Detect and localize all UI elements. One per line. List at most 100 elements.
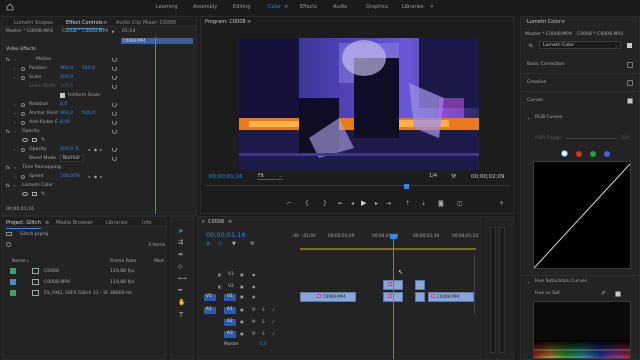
ripple-edit-tool-icon[interactable]: ⇹ bbox=[178, 251, 183, 258]
mark-in-icon[interactable]: { bbox=[305, 201, 309, 207]
fx-badge-icon[interactable]: fx bbox=[6, 129, 10, 134]
mask-ellipse-icon[interactable] bbox=[22, 192, 28, 196]
panel-menu-icon[interactable]: ≡ bbox=[561, 19, 565, 25]
expand-chevron-icon[interactable]: › bbox=[14, 111, 16, 116]
keyframe-prev-icon[interactable]: ◂ bbox=[88, 147, 90, 152]
rotation-value[interactable]: 0,0 bbox=[60, 102, 67, 108]
rgb-curve-graph[interactable] bbox=[533, 161, 631, 269]
step-back-icon[interactable]: ◂ bbox=[351, 201, 354, 207]
microphone-icon[interactable]: ♪ bbox=[272, 307, 275, 312]
fx-badge-icon[interactable]: fx bbox=[529, 43, 533, 48]
section-toggle[interactable] bbox=[627, 62, 633, 68]
sync-lock-icon[interactable]: ▣ bbox=[240, 284, 244, 289]
channel-green-swatch[interactable] bbox=[590, 151, 596, 157]
expand-chevron-icon[interactable]: › bbox=[14, 102, 16, 107]
search-icon[interactable] bbox=[6, 242, 11, 247]
channel-blue-swatch[interactable] bbox=[604, 151, 610, 157]
lift-icon[interactable]: ⇡ bbox=[405, 201, 410, 207]
channel-red-swatch[interactable] bbox=[576, 151, 582, 157]
eye-icon[interactable]: ◉ bbox=[252, 272, 256, 277]
solo-button[interactable]: S bbox=[262, 307, 265, 312]
hdr-range-value[interactable]: 100 bbox=[621, 136, 630, 142]
reset-icon[interactable] bbox=[112, 66, 117, 71]
mask-pen-icon[interactable]: ✎ bbox=[41, 191, 45, 197]
eyedropper-icon[interactable]: ✐ bbox=[601, 290, 606, 297]
tab-project[interactable]: Project: Glitch bbox=[6, 220, 41, 229]
stopwatch-icon[interactable] bbox=[21, 112, 25, 116]
keyframe-add-icon[interactable]: ◆ bbox=[94, 174, 97, 179]
reset-icon[interactable] bbox=[112, 120, 117, 125]
type-tool-icon[interactable]: T bbox=[179, 311, 183, 319]
add-marker-icon[interactable]: ⌐ bbox=[287, 201, 292, 207]
section-curves[interactable]: Curves bbox=[527, 98, 543, 104]
track-header-a3[interactable]: A3 ▣ M S ♪ bbox=[198, 330, 298, 340]
speed-value[interactable]: 100,00% bbox=[60, 174, 80, 180]
col-header-name[interactable]: Name bbox=[12, 259, 26, 265]
tab-menu-icon[interactable]: ≡ bbox=[103, 20, 107, 26]
expand-chevron-icon[interactable]: › bbox=[14, 147, 16, 152]
lock-icon[interactable]: ◧ bbox=[218, 272, 222, 277]
camera-icon[interactable]: ◙ bbox=[438, 201, 444, 207]
mute-button[interactable]: M bbox=[252, 331, 255, 336]
tab-libraries[interactable]: Libraries bbox=[106, 220, 128, 226]
stopwatch-icon[interactable] bbox=[21, 76, 25, 80]
stopwatch-icon[interactable] bbox=[21, 175, 25, 179]
effect-master-label[interactable]: Master * C0008.MP4 bbox=[6, 29, 53, 35]
stopwatch-icon[interactable] bbox=[21, 148, 25, 152]
effect-sequence-label[interactable]: C0008 * C0008.MP4 bbox=[62, 29, 108, 35]
wrench-icon[interactable]: ⚒ bbox=[451, 173, 456, 180]
program-video-frame[interactable] bbox=[239, 38, 479, 170]
timeline-clip[interactable] bbox=[415, 280, 425, 290]
microphone-icon[interactable]: ♪ bbox=[272, 331, 275, 336]
anti-flicker-value[interactable]: 0,00 bbox=[60, 120, 70, 126]
expand-chevron-icon[interactable]: › bbox=[14, 66, 16, 71]
settings-wrench-icon[interactable]: ⚒ bbox=[250, 241, 254, 247]
comparison-view-icon[interactable]: ◫ bbox=[457, 201, 463, 207]
timeline-vertical-scrollbar[interactable] bbox=[474, 255, 478, 315]
mark-out-icon[interactable]: } bbox=[323, 201, 327, 207]
anchor-y-value[interactable]: 540,0 bbox=[82, 111, 95, 117]
program-title[interactable]: Program: C0008 bbox=[205, 20, 246, 25]
eye-icon[interactable]: ◉ bbox=[252, 294, 256, 299]
tab-effect-controls[interactable]: Effect Controls bbox=[66, 20, 103, 29]
close-icon[interactable]: × bbox=[201, 219, 205, 225]
mask-pen-icon[interactable]: ✎ bbox=[41, 137, 45, 143]
stopwatch-icon[interactable] bbox=[21, 67, 25, 71]
col-header-frame-rate[interactable]: Frame Rate bbox=[110, 259, 136, 265]
track-header-a1[interactable]: A1 A1 ▣ M S ♪ bbox=[198, 306, 298, 316]
expand-chevron-icon[interactable]: › bbox=[14, 129, 16, 134]
work-area-bar[interactable] bbox=[300, 248, 476, 250]
workspace-libraries[interactable]: Libraries bbox=[402, 4, 424, 10]
lock-icon[interactable]: ◧ bbox=[218, 284, 222, 289]
panel-menu-icon[interactable]: ≡ bbox=[247, 19, 251, 25]
mask-ellipse-icon[interactable] bbox=[22, 138, 28, 142]
mute-button[interactable]: M bbox=[252, 307, 255, 312]
sync-lock-icon[interactable]: ▣ bbox=[240, 272, 244, 277]
mask-rect-icon[interactable] bbox=[32, 192, 37, 196]
uniform-scale-checkbox[interactable] bbox=[60, 93, 65, 98]
program-timecode[interactable]: 00;00;01;16 bbox=[209, 174, 243, 181]
project-row[interactable]: C0008.MP4 119,88 fps bbox=[6, 278, 166, 287]
expand-chevron-icon[interactable]: › bbox=[14, 174, 16, 179]
play-only-icon[interactable]: ▸ bbox=[112, 29, 115, 35]
reset-icon[interactable] bbox=[112, 147, 117, 152]
lumetri-title[interactable]: Lumetri Color bbox=[527, 20, 561, 25]
lumetri-master-label[interactable]: Master * C0008.MP4 bbox=[525, 32, 572, 38]
microphone-icon[interactable]: ♪ bbox=[272, 319, 275, 324]
toggle-checkbox[interactable] bbox=[627, 43, 632, 48]
sync-lock-icon[interactable]: ▣ bbox=[240, 307, 244, 312]
hue-vs-sat-toggle[interactable] bbox=[615, 291, 621, 297]
mini-playhead[interactable] bbox=[155, 37, 156, 214]
go-to-in-icon[interactable]: ⇤ bbox=[338, 201, 343, 207]
go-to-out-icon[interactable]: ⇥ bbox=[386, 201, 391, 207]
expand-chevron-icon[interactable]: › bbox=[14, 75, 16, 80]
keyframe-prev-icon[interactable]: ◂ bbox=[88, 174, 90, 179]
workspace-color[interactable]: Color bbox=[268, 4, 281, 10]
mask-rect-icon[interactable] bbox=[32, 138, 37, 142]
track-header-v1[interactable]: V1 V1 ▣ ◉ bbox=[198, 293, 298, 303]
play-icon[interactable]: ▶ bbox=[361, 200, 366, 207]
more-workspaces-icon[interactable]: » bbox=[430, 3, 434, 10]
playhead-marker-icon[interactable] bbox=[390, 234, 397, 239]
sync-lock-icon[interactable]: ▣ bbox=[240, 331, 244, 336]
reset-icon[interactable] bbox=[112, 84, 117, 89]
